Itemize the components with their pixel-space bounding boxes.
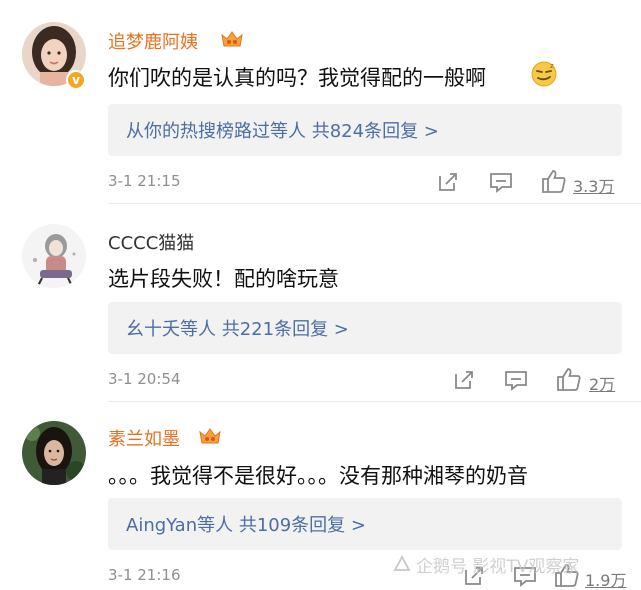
share-icon[interactable] [436, 170, 460, 196]
vip-crown-icon [199, 428, 221, 444]
reply-summary-box[interactable]: 幺十夭等人 共221条回复 > [108, 302, 622, 354]
penguin-logo-icon [393, 555, 411, 571]
username[interactable]: CCCC猫猫 [108, 229, 194, 255]
divider [108, 401, 641, 402]
like-icon[interactable] [555, 366, 583, 392]
comment-icon[interactable] [503, 368, 529, 394]
timestamp: 3-1 21:16 [108, 566, 181, 584]
comment-text: 。。。我觉得不是很好。。。没有那种湘琴的奶音 [108, 464, 528, 488]
watermark: 企鹅号 影视TV观察家 [416, 557, 580, 577]
comment-icon[interactable] [488, 170, 514, 196]
divider [108, 203, 641, 204]
reply-summary-link[interactable]: 从你的热搜榜路过等人 共824条回复 > [126, 117, 439, 143]
reply-summary-link[interactable]: AingYan等人 共109条回复 > [126, 511, 366, 537]
svg-text:z: z [550, 62, 554, 70]
username[interactable]: 追梦鹿阿姨 [108, 28, 198, 54]
reply-summary-box[interactable]: 从你的热搜榜路过等人 共824条回复 > [108, 104, 622, 156]
share-icon[interactable] [452, 368, 476, 394]
timestamp: 3-1 20:54 [108, 370, 181, 388]
comment-item: CCCC猫猫 选片段失败！配的啥玩意 幺十夭等人 共221条回复 > 3-1 2… [0, 207, 641, 403]
reply-summary-box[interactable]: AingYan等人 共109条回复 > [108, 498, 622, 550]
timestamp: 3-1 21:15 [108, 172, 181, 190]
vip-crown-icon [221, 31, 243, 47]
avatar[interactable] [22, 421, 86, 485]
comment-text: 你们吹的是认真的吗？我觉得配的一般啊 [108, 66, 486, 90]
like-count[interactable]: 3.3万 [573, 173, 614, 197]
smirk-emoji-icon: z [531, 61, 557, 87]
verified-badge-icon: v [66, 70, 86, 90]
like-count[interactable]: 2万 [589, 371, 615, 395]
comment-item: v 追梦鹿阿姨 你们吹的是认真的吗？我觉得配的一般啊 z 从你的热搜榜路过等人 … [0, 0, 641, 205]
like-count[interactable]: 1.9万 [585, 567, 626, 590]
avatar[interactable] [22, 224, 86, 288]
reply-summary-link[interactable]: 幺十夭等人 共221条回复 > [126, 315, 349, 341]
like-icon[interactable] [540, 168, 568, 194]
username[interactable]: 素兰如墨 [108, 425, 180, 451]
comment-text: 选片段失败！配的啥玩意 [108, 267, 339, 291]
